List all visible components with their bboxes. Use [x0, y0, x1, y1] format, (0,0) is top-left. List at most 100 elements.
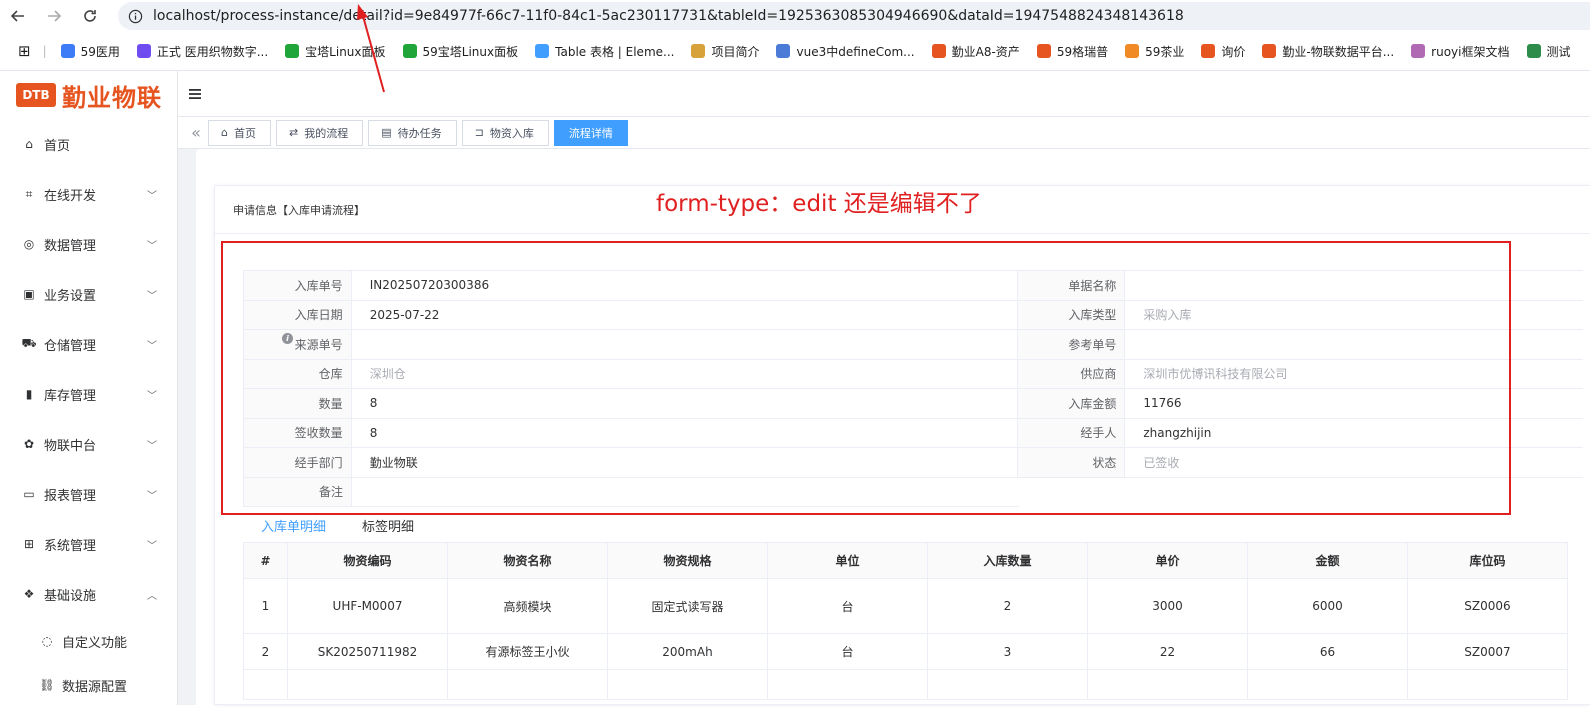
table-row[interactable]: 1 UHF-M0007 高频模块 固定式读写器台 2 3000 6000 SZ0006	[243, 578, 1568, 634]
table-cell	[1407, 669, 1568, 700]
bookmark-item[interactable]: 59医用	[60, 43, 120, 60]
sidebar-item[interactable]: ▮ 库存管理 ﹀	[0, 369, 177, 419]
detail-tab[interactable]: 标签明细	[362, 516, 414, 545]
sidebar-item[interactable]: ❖ 基础设施 ︿	[0, 569, 177, 619]
bookmark-item[interactable]: 项目简介	[691, 43, 759, 60]
datasource-icon: ⛓	[39, 678, 55, 692]
bookmark-item[interactable]: vue3中defineCom...	[776, 43, 915, 60]
todo-icon: ▤	[381, 126, 392, 139]
tab-tag[interactable]: ▤ 待办任务	[368, 119, 457, 146]
sidebar-menu: ⌂ 首页 ⌗ 在线开发 ﹀ ◎ 数据管理 ﹀ ▣ 业务设置 ﹀ ⛟ 仓储管理 ﹀ ▮ 库存管理 ﹀ ✿ 物联中台 ﹀ ▭…	[0, 119, 177, 707]
tab-tag[interactable]: ⇄ 我的流程	[275, 119, 364, 146]
bookmark-item[interactable]: ruoyi框架文档	[1411, 43, 1510, 60]
table-cell: 6000	[1247, 578, 1408, 634]
table-header-cell: 单位	[767, 542, 928, 579]
home-icon: ⌂	[221, 126, 228, 139]
inbound-detail-table: # 物资编码 物资名称 物资规格 单位 入库数量 单价 金额 库位码 1 UHF-M0007 高频模…	[243, 542, 1568, 700]
tab-tag[interactable]: ⌂ 首页	[208, 119, 271, 146]
sidebar-item[interactable]: ✿ 物联中台 ﹀	[0, 419, 177, 469]
table-cell: 高频模块	[447, 578, 608, 634]
chevron-down-icon: ﹀	[147, 490, 157, 502]
bookmark-favicon-icon	[1201, 44, 1216, 58]
bookmark-favicon-icon	[535, 44, 550, 58]
sidebar-item-label: 业务设置	[44, 288, 97, 304]
sidebar-item[interactable]: ▣ 业务设置 ﹀	[0, 269, 177, 319]
bookmark-item[interactable]: 59茶业	[1125, 43, 1184, 60]
chevron-down-icon: ﹀	[147, 540, 157, 552]
table-header-cell: 金额	[1247, 542, 1408, 579]
back-button[interactable]	[0, 0, 36, 32]
apps-grid-icon[interactable]: ⊞	[18, 42, 31, 60]
bookmark-label: 59格瑞普	[1056, 44, 1109, 59]
tab-tag[interactable]: 流程详情	[553, 119, 628, 146]
table-header-cell: 物资名称	[447, 542, 608, 579]
bookmark-label: vue3中defineCom...	[796, 44, 915, 59]
reload-button[interactable]	[72, 0, 108, 32]
table-cell	[767, 669, 928, 700]
sidebar-item[interactable]: ⛟ 仓储管理 ﹀	[0, 319, 177, 369]
table-row-empty	[243, 669, 1568, 700]
data-icon: ◎	[23, 237, 35, 251]
table-header-cell: #	[243, 542, 288, 579]
tab-tag-label: 待办任务	[397, 126, 442, 140]
detail-tab[interactable]: 入库单明细	[261, 516, 327, 545]
table-header-cell: 库位码	[1407, 542, 1568, 579]
bookmark-label: 测试	[1546, 44, 1571, 59]
table-cell: 2	[927, 578, 1088, 634]
sidebar-item[interactable]: ⌗ 在线开发 ﹀	[0, 169, 177, 219]
bookmark-item[interactable]: Table 表格 | Eleme...	[535, 43, 674, 60]
table-cell	[243, 669, 288, 700]
url-field[interactable]: localhost/process-instance/detail?id=9e8…	[118, 2, 1590, 30]
sidebar-item-label: 首页	[44, 138, 71, 154]
sidebar-item[interactable]: ▭ 报表管理 ﹀	[0, 469, 177, 519]
forward-button[interactable]	[36, 0, 72, 32]
bookmark-item[interactable]: 询价	[1201, 43, 1245, 60]
tags-scroll-left-icon[interactable]: «	[184, 123, 208, 142]
table-row[interactable]: 2 SK20250711982 有源标签王小伙 200mAh 台 3 22 66 SZ0007	[243, 633, 1568, 670]
chevron-down-icon: ﹀	[147, 340, 157, 352]
sidebar-item[interactable]: ⊞ 系统管理 ﹀	[0, 519, 177, 569]
table-cell: 3000	[1087, 578, 1248, 634]
chevron-down-icon: ﹀	[147, 290, 157, 302]
back-arrow-icon	[10, 10, 24, 22]
bookmark-item[interactable]: 正式 医用织物数字...	[136, 43, 268, 60]
warehouse-icon: ⛟	[21, 336, 37, 350]
business-icon: ▣	[23, 287, 35, 301]
sidebar-subitem[interactable]: ◌ 自定义功能	[0, 619, 177, 663]
tab-tag-label: 流程详情	[568, 126, 613, 140]
bookmark-label: ruoyi框架文档	[1431, 44, 1510, 59]
bookmark-item[interactable]: 59宝塔Linux面板	[402, 43, 518, 60]
sidebar-item[interactable]: ⌂ 首页	[0, 119, 177, 169]
table-cell: 200mAh	[607, 633, 768, 670]
bookmark-item[interactable]: 宝塔Linux面板	[285, 43, 386, 60]
table-cell	[447, 669, 608, 700]
chevron-down-icon: ﹀	[147, 190, 157, 202]
bookmark-item[interactable]: 勤业A8-资产	[931, 43, 1020, 60]
bookmarks-separator: |	[42, 44, 47, 58]
custom-function-icon: ◌	[41, 634, 53, 648]
table-cell: SZ0006	[1407, 578, 1568, 634]
sidebar-subitem[interactable]: ⛓ 数据源配置	[0, 663, 177, 707]
detail-tabs: 入库单明细 标签明细	[261, 516, 414, 545]
table-cell: UHF-M0007	[287, 578, 448, 634]
table-header-cell: 物资编码	[287, 542, 448, 579]
bookmark-label: 59医用	[80, 44, 120, 59]
sidebar-item-label: 数据管理	[44, 238, 97, 254]
tab-tag[interactable]: ⊐ 物资入库	[461, 119, 549, 146]
bookmark-item[interactable]: 勤业-物联数据平台...	[1262, 43, 1394, 60]
bookmark-item[interactable]: 59格瑞普	[1036, 43, 1109, 60]
bookmark-favicon-icon	[1526, 44, 1541, 58]
sidebar-item-label: 仓储管理	[44, 338, 97, 354]
topbar	[178, 71, 1590, 117]
logo: DTB 勤业物联	[0, 71, 177, 119]
browser-address-bar: localhost/process-instance/detail?id=9e8…	[0, 0, 1590, 32]
bookmark-favicon-icon	[60, 44, 75, 58]
hamburger-icon[interactable]	[188, 87, 202, 101]
bookmark-item[interactable]: 测试	[1526, 43, 1571, 60]
sidebar-subitem-label: 自定义功能	[62, 635, 128, 651]
bookmark-label: 勤业-物联数据平台...	[1282, 44, 1395, 59]
chevron-down-icon: ﹀	[147, 390, 157, 402]
table-cell	[1087, 669, 1248, 700]
sidebar-item[interactable]: ◎ 数据管理 ﹀	[0, 219, 177, 269]
site-info-icon[interactable]	[128, 9, 143, 24]
